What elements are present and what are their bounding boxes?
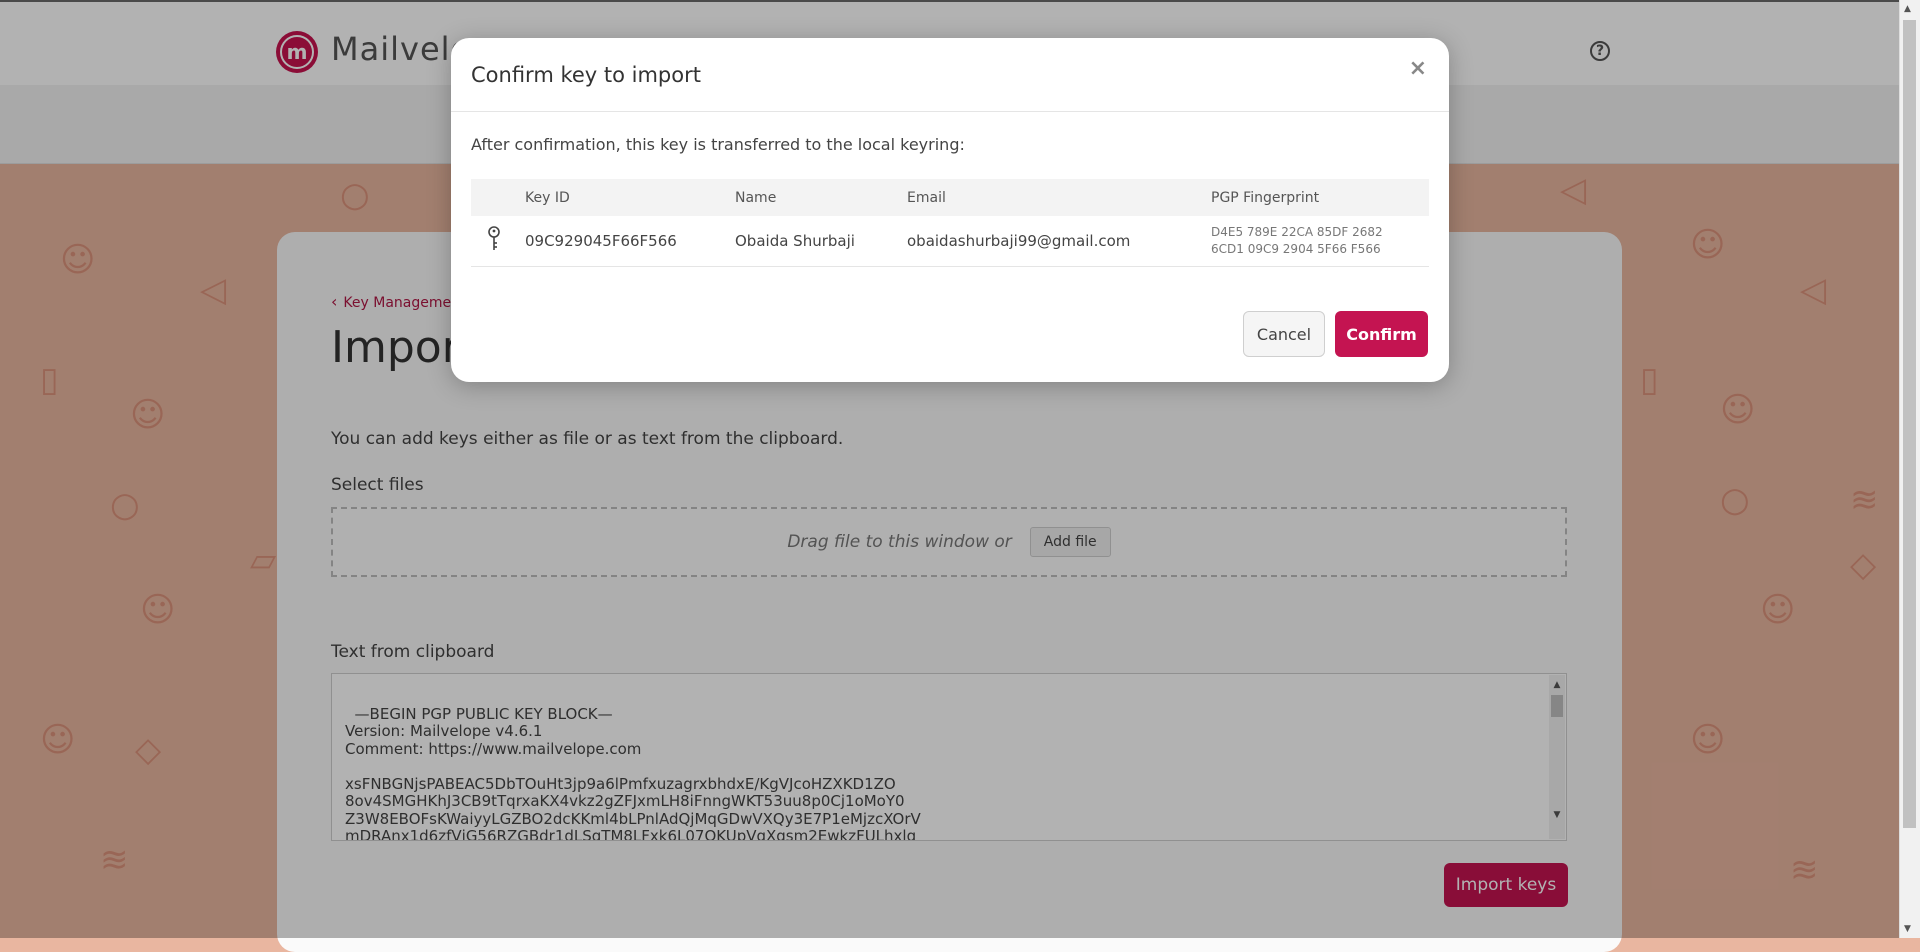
confirm-import-modal: Confirm key to import × After confirmati… — [451, 38, 1449, 382]
header-icon-col — [471, 179, 525, 216]
close-icon[interactable]: × — [1409, 56, 1427, 81]
key-table-header: Key ID Name Email PGP Fingerprint — [471, 179, 1429, 216]
email-cell: obaidashurbaji99@gmail.com — [907, 216, 1211, 267]
window-scrollbar[interactable]: ▲ ▼ — [1899, 0, 1920, 938]
window-scroll-thumb[interactable] — [1903, 20, 1916, 828]
key-icon-cell — [471, 216, 525, 267]
fingerprint-line-2: 6CD1 09C9 2904 5F66 F566 — [1211, 242, 1381, 256]
header-fingerprint: PGP Fingerprint — [1211, 179, 1429, 216]
key-id-cell: 09C929045F66F566 — [525, 216, 735, 267]
modal-title: Confirm key to import — [471, 63, 701, 87]
header-key-id: Key ID — [525, 179, 735, 216]
header-email: Email — [907, 179, 1211, 216]
scroll-down-icon[interactable]: ▼ — [1904, 924, 1911, 934]
header-name: Name — [735, 179, 907, 216]
fingerprint-cell: D4E5 789E 22CA 85DF 2682 6CD1 09C9 2904 … — [1211, 216, 1429, 267]
table-row: 09C929045F66F566 Obaida Shurbaji obaidas… — [471, 216, 1429, 267]
modal-header: Confirm key to import × — [451, 38, 1449, 112]
key-icon — [487, 226, 501, 256]
fingerprint-line-1: D4E5 789E 22CA 85DF 2682 — [1211, 225, 1383, 239]
confirm-button[interactable]: Confirm — [1335, 311, 1428, 357]
modal-message: After confirmation, this key is transfer… — [471, 135, 965, 154]
cancel-button[interactable]: Cancel — [1243, 311, 1325, 357]
name-cell: Obaida Shurbaji — [735, 216, 907, 267]
key-table: Key ID Name Email PGP Fingerprint 09C929… — [471, 179, 1429, 267]
scroll-up-icon[interactable]: ▲ — [1904, 4, 1911, 14]
